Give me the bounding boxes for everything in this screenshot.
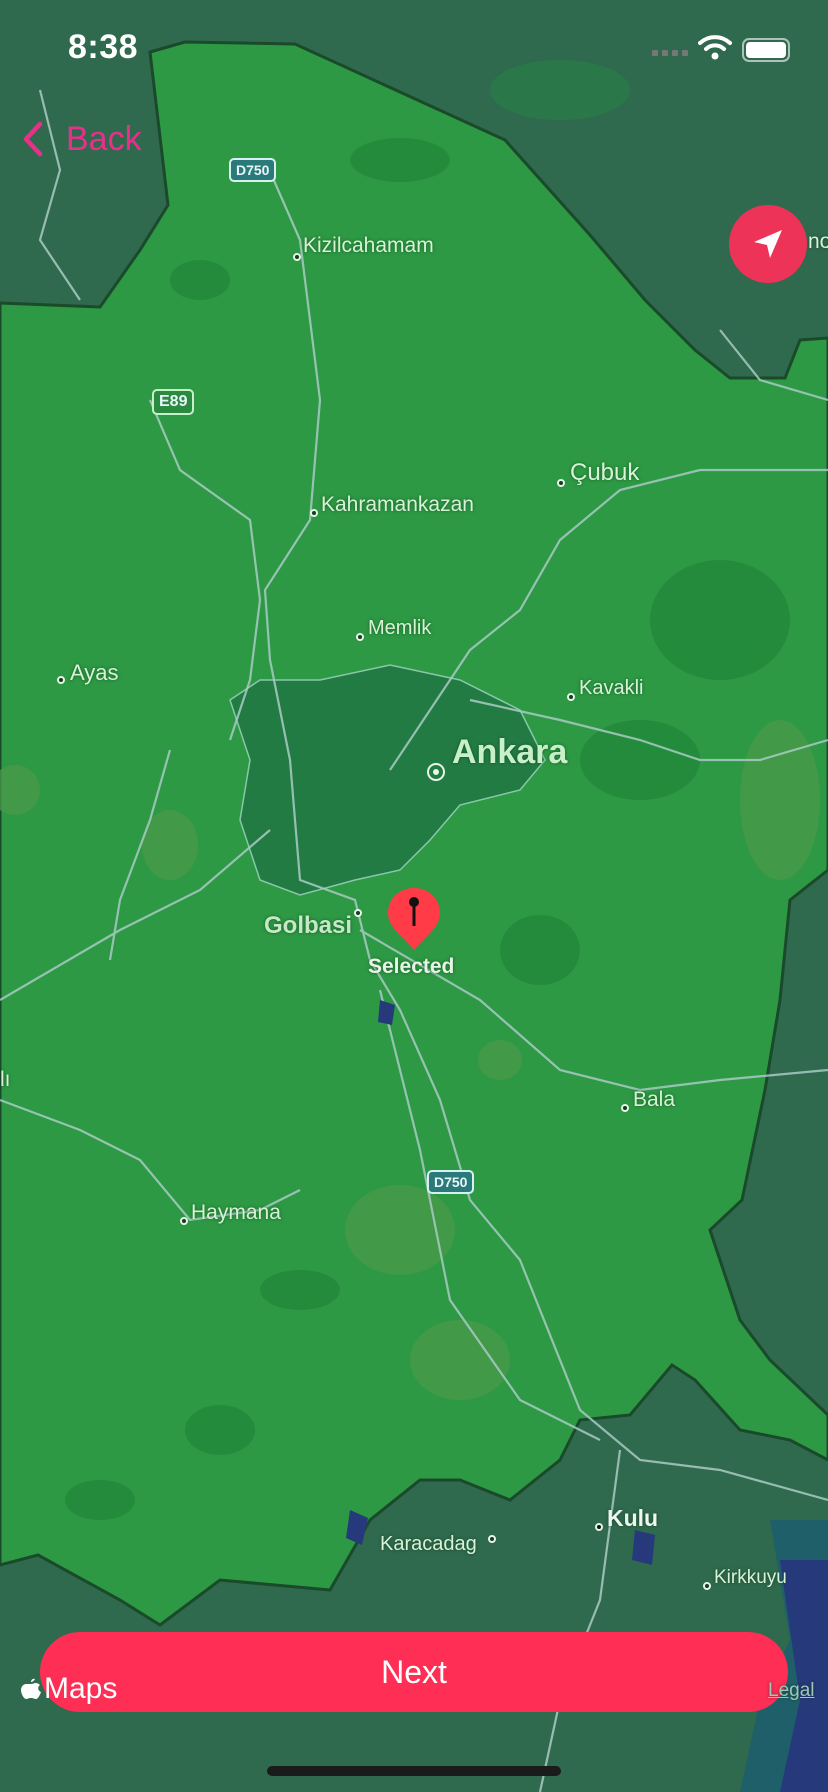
place-dot-bala (621, 1104, 629, 1112)
back-button[interactable]: Back (22, 114, 142, 164)
place-dot-kizilcahamam (293, 253, 301, 261)
place-label-kulu[interactable]: Kulu (607, 1505, 658, 1532)
place-label-kavakli[interactable]: Kavakli (579, 677, 643, 700)
place-label-ayas[interactable]: Ayas (70, 660, 119, 686)
chevron-left-icon (23, 121, 43, 157)
maps-attribution-label: Maps (44, 1672, 118, 1705)
battery-icon (742, 38, 790, 62)
place-dot-kirkkuyu (703, 1582, 711, 1590)
place-marker-ankara (427, 763, 445, 781)
selected-location-pin[interactable] (386, 886, 442, 952)
location-arrow-icon (754, 230, 782, 258)
place-label-golbasi[interactable]: Golbasi (264, 912, 352, 940)
place-dot-haymana (180, 1217, 188, 1225)
back-button-label: Back (66, 119, 142, 158)
current-location-button[interactable] (729, 205, 807, 283)
place-label-cubuk[interactable]: Çubuk (570, 459, 639, 487)
apple-logo-icon (21, 1678, 41, 1699)
home-indicator (267, 1766, 561, 1776)
place-dot-golbasi (354, 909, 362, 917)
cellular-signal-icon (652, 50, 688, 56)
status-bar-time: 8:38 (68, 28, 139, 66)
place-dot-memlik (356, 633, 364, 641)
road-shield-e89: E89 (152, 389, 195, 415)
next-button[interactable]: Next (40, 1632, 788, 1712)
map-lake-kulu (632, 1530, 655, 1565)
road-shield-d750-south: D750 (427, 1170, 475, 1194)
place-dot-kahramankazan (310, 509, 318, 517)
pin-label-selected: Selected (368, 955, 455, 978)
place-dot-ayas (57, 676, 65, 684)
place-label-kizilcahamam[interactable]: Kizilcahamam (303, 234, 434, 258)
legal-link[interactable]: Legal (768, 1680, 815, 1702)
place-label-edge-left[interactable]: lı (0, 1068, 11, 1092)
place-label-kahramankazan[interactable]: Kahramankazan (321, 493, 474, 517)
maps-attribution[interactable]: Maps (20, 1672, 117, 1706)
place-dot-kulu (595, 1523, 603, 1531)
road-shield-d750-north: D750 (229, 158, 277, 182)
place-label-memlik[interactable]: Memlik (368, 617, 431, 640)
place-dot-karacadag (488, 1535, 496, 1543)
place-dot-kavakli (567, 693, 575, 701)
place-label-karacadag[interactable]: Karacadag (380, 1533, 477, 1556)
place-dot-cubuk (557, 479, 565, 487)
place-label-ankara[interactable]: Ankara (452, 733, 567, 772)
wifi-icon (698, 35, 732, 60)
place-label-haymana[interactable]: Haymana (191, 1201, 281, 1225)
place-label-kirkkuyu[interactable]: Kirkkuyu (714, 1567, 787, 1589)
place-label-edge-right[interactable]: nox (808, 230, 828, 254)
place-label-bala[interactable]: Bala (633, 1088, 675, 1112)
